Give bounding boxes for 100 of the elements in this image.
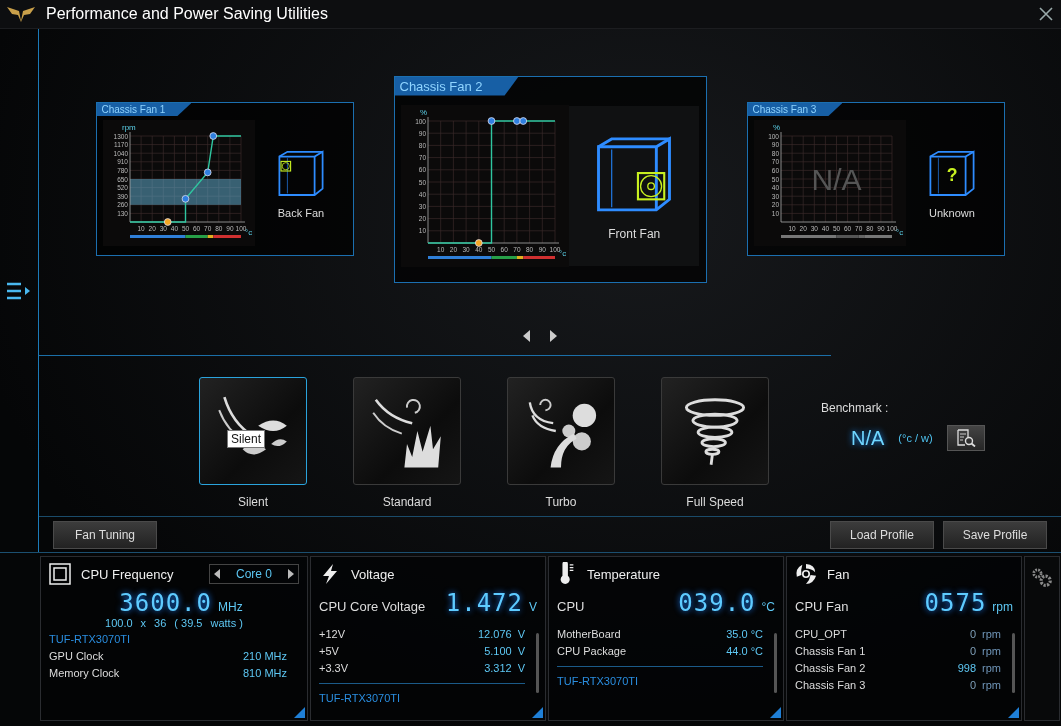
mode-label: Full Speed bbox=[686, 495, 744, 509]
curve-point[interactable] bbox=[203, 168, 212, 176]
sensor-unit: rpm bbox=[982, 644, 1001, 657]
close-icon[interactable] bbox=[1039, 7, 1053, 21]
mode-label: Silent bbox=[238, 495, 268, 509]
sensor-value: 12.076 bbox=[478, 627, 512, 640]
sensor-unit: rpm bbox=[982, 627, 1001, 640]
axis-label: °c bbox=[896, 227, 904, 237]
sensor-value: 35.0 °C bbox=[726, 627, 763, 640]
mode-label: Standard bbox=[382, 495, 432, 509]
reading-unit: V bbox=[529, 600, 537, 614]
sensor-value: 0 bbox=[969, 644, 977, 657]
sensor-label: Chassis Fan 3 bbox=[795, 678, 867, 691]
window-title: Performance and Power Saving Utilities bbox=[46, 5, 329, 23]
sensor-label: +12V bbox=[319, 627, 346, 640]
benchmark-label: Benchmark : bbox=[821, 401, 890, 415]
previous-arrow-icon[interactable] bbox=[523, 330, 531, 342]
benchmark-unit: (°c / w) bbox=[898, 432, 933, 444]
reading-unit: rpm bbox=[992, 600, 1013, 614]
sensor-value: 0 bbox=[969, 627, 977, 640]
card-title: Chassis Fan 3 bbox=[747, 103, 843, 116]
settings-icon[interactable] bbox=[1030, 567, 1054, 589]
scrollbar[interactable] bbox=[536, 633, 539, 693]
panel-title: Voltage bbox=[351, 566, 395, 582]
fan-position-label: Back Fan bbox=[277, 206, 325, 219]
main-reading: 1.472 bbox=[445, 589, 523, 617]
sensor-unit: V bbox=[517, 627, 525, 640]
fan-position-label: Unknown bbox=[929, 206, 975, 219]
sensor-label: CPU Package bbox=[557, 644, 628, 657]
chip-icon bbox=[49, 563, 71, 585]
curve-point[interactable] bbox=[209, 131, 218, 140]
sensor-label: Memory Clock bbox=[49, 666, 121, 679]
card-title: Chassis Fan 1 bbox=[96, 103, 192, 116]
next-arrow-icon[interactable] bbox=[549, 330, 557, 342]
panel-title: Temperature bbox=[587, 566, 660, 582]
sensor-label: MotherBoard bbox=[557, 627, 622, 640]
axis-label: rpm bbox=[122, 122, 136, 132]
profile-button[interactable]: Load Profile bbox=[830, 520, 934, 549]
sensor-unit: V bbox=[517, 644, 525, 657]
curve-point[interactable] bbox=[512, 116, 521, 125]
fan-mode-button[interactable] bbox=[661, 377, 769, 485]
panel-title: Fan bbox=[827, 566, 850, 582]
not-available-text: N/A bbox=[811, 162, 862, 196]
sensor-unit: rpm bbox=[982, 678, 1001, 691]
corner-resize-icon[interactable] bbox=[1008, 707, 1019, 718]
document-magnifier-icon bbox=[955, 429, 976, 447]
clock-detail-text: 100.0 bbox=[105, 617, 133, 629]
clock-detail-text: x bbox=[140, 617, 147, 629]
curve-point[interactable] bbox=[487, 116, 496, 125]
fan-tuning-button[interactable]: Fan Tuning bbox=[53, 520, 157, 549]
fan-icon bbox=[795, 563, 817, 585]
sensor-value: 3.312 bbox=[484, 661, 512, 674]
fan-mode-button[interactable] bbox=[353, 377, 461, 485]
scrollbar[interactable] bbox=[1012, 633, 1015, 693]
device-heading: TUF-RTX3070TI bbox=[319, 691, 402, 706]
axis-label: °c bbox=[245, 227, 253, 237]
main-reading: 0575 bbox=[924, 589, 987, 617]
reading-unit: °C bbox=[761, 600, 775, 614]
curve-point[interactable] bbox=[474, 238, 483, 247]
sensor-value: 998 bbox=[957, 661, 977, 674]
corner-resize-icon[interactable] bbox=[294, 707, 305, 718]
sensor-label: +3.3V bbox=[319, 661, 350, 674]
reading-label: CPU bbox=[557, 599, 585, 614]
clock-detail-text: 36 bbox=[154, 617, 167, 629]
sensor-label: CPU_OPT bbox=[795, 627, 848, 640]
fan-mode-button[interactable] bbox=[507, 377, 615, 485]
core-selector[interactable]: Core 0 bbox=[208, 564, 299, 584]
curve-point[interactable] bbox=[519, 116, 527, 125]
clock-detail-text: watts ) bbox=[210, 617, 243, 629]
reading-label: CPU Core Voltage bbox=[319, 599, 426, 614]
sensor-label: +5V bbox=[319, 644, 340, 657]
card-title: Chassis Fan 2 bbox=[394, 76, 519, 96]
main-reading: 039.0 bbox=[678, 589, 756, 617]
menu-icon[interactable] bbox=[6, 281, 32, 300]
benchmark-value: N/A bbox=[851, 426, 885, 450]
fan-position-label: Front Fan bbox=[608, 226, 661, 241]
reading-unit: MHz bbox=[218, 600, 243, 614]
corner-resize-icon[interactable] bbox=[532, 707, 543, 718]
sensor-value: 5.100 bbox=[484, 644, 512, 657]
sensor-value: 44.0 °C bbox=[726, 644, 763, 657]
sensor-value: 210 MHz bbox=[242, 649, 287, 662]
left-arrow-icon[interactable] bbox=[213, 569, 220, 579]
profile-button[interactable]: Save Profile bbox=[943, 520, 1047, 549]
wings-logo-icon bbox=[6, 5, 36, 23]
benchmark-button[interactable] bbox=[946, 425, 985, 451]
axis-label: % bbox=[419, 107, 427, 117]
curve-point[interactable] bbox=[163, 217, 172, 226]
tooltip: Silent bbox=[227, 430, 266, 448]
axis-label: % bbox=[773, 122, 781, 132]
sensor-unit: rpm bbox=[982, 661, 1001, 674]
fan-mode-button[interactable]: Silent bbox=[199, 377, 307, 485]
device-heading: TUF-RTX3070TI bbox=[49, 632, 132, 647]
right-arrow-icon[interactable] bbox=[288, 569, 294, 579]
corner-resize-icon[interactable] bbox=[770, 707, 781, 718]
scrollbar[interactable] bbox=[774, 633, 777, 693]
clock-detail-text: ( 39.5 bbox=[174, 617, 203, 629]
device-heading: TUF-RTX3070TI bbox=[557, 674, 640, 689]
reading-label: CPU Fan bbox=[795, 599, 849, 614]
sensor-value: 0 bbox=[969, 678, 977, 691]
main-reading: 3600.0 bbox=[119, 589, 212, 617]
